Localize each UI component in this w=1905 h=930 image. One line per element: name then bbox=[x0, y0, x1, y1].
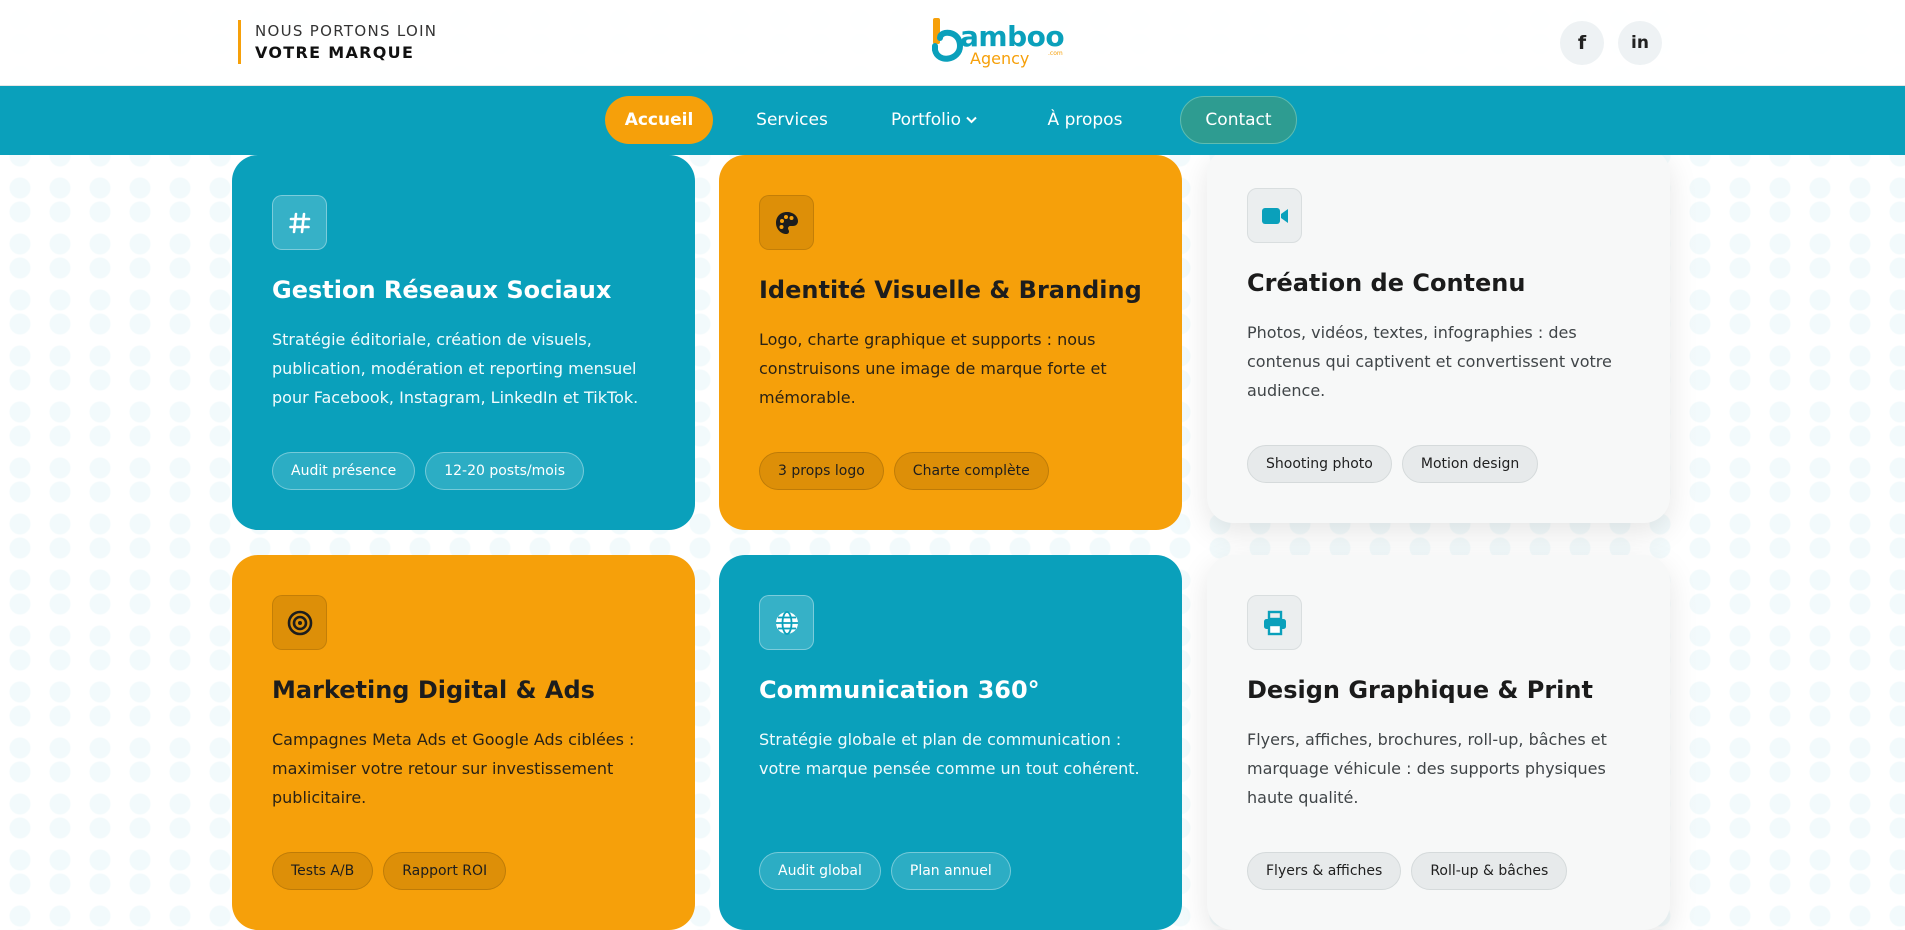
tag: Audit global bbox=[759, 852, 881, 890]
service-card-ads[interactable]: Marketing Digital & Ads Campagnes Meta A… bbox=[232, 555, 695, 930]
service-card-print[interactable]: Design Graphique & Print Flyers, affiche… bbox=[1207, 555, 1670, 930]
card-description: Stratégie éditoriale, création de visuel… bbox=[272, 329, 639, 407]
card-tags: Audit présence 12-20 posts/mois bbox=[272, 452, 584, 490]
video-camera-icon bbox=[1247, 188, 1302, 243]
card-tags: Tests A/B Rapport ROI bbox=[272, 852, 507, 890]
card-description: Photos, vidéos, textes, infographies : d… bbox=[1247, 322, 1612, 400]
tag: Plan annuel bbox=[890, 852, 1011, 890]
card-tags: 3 props logo Charte complète bbox=[759, 452, 1049, 490]
card-description: Flyers, affiches, brochures, roll-up, bâ… bbox=[1247, 729, 1607, 807]
linkedin-icon: in bbox=[1631, 33, 1649, 53]
card-title: Communication 360° bbox=[759, 676, 1040, 704]
card-tags: Audit global Plan annuel bbox=[759, 852, 1011, 890]
hashtag-icon bbox=[272, 195, 327, 250]
service-card-social[interactable]: Gestion Réseaux Sociaux Stratégie éditor… bbox=[232, 155, 695, 530]
top-header: NOUS PORTONS LOIN VOTRE MARQUE amboo Age… bbox=[0, 0, 1905, 86]
nav-label: À propos bbox=[1047, 110, 1123, 130]
brand-logo[interactable]: amboo Agency .com bbox=[930, 16, 1070, 68]
tag: Motion design bbox=[1401, 445, 1539, 483]
nav-item-accueil[interactable]: Accueil bbox=[605, 96, 713, 144]
tag: 3 props logo bbox=[759, 452, 884, 490]
card-title: Identité Visuelle & Branding bbox=[759, 276, 1142, 304]
printer-icon bbox=[1247, 595, 1302, 650]
nav-label: Portfolio bbox=[891, 110, 961, 130]
card-tags: Shooting photo Motion design bbox=[1247, 445, 1539, 483]
tag: Shooting photo bbox=[1247, 445, 1392, 483]
globe-icon bbox=[759, 595, 814, 650]
card-title: Design Graphique & Print bbox=[1247, 676, 1593, 704]
main-nav: Accueil Services Portfolio À propos Cont… bbox=[0, 86, 1905, 155]
chevron-down-icon bbox=[966, 113, 977, 127]
tagline: NOUS PORTONS LOIN VOTRE MARQUE bbox=[238, 20, 437, 64]
logo-b-mark-icon bbox=[932, 18, 964, 62]
nav-label: Services bbox=[756, 110, 828, 130]
nav-label: Accueil bbox=[624, 110, 694, 130]
linkedin-button[interactable]: in bbox=[1618, 21, 1662, 65]
nav-label: Contact bbox=[1205, 110, 1272, 130]
nav-item-services[interactable]: Services bbox=[748, 96, 836, 144]
nav-item-portfolio[interactable]: Portfolio bbox=[884, 96, 984, 144]
service-card-content[interactable]: Création de Contenu Photos, vidéos, text… bbox=[1207, 148, 1670, 523]
card-description: Campagnes Meta Ads et Google Ads ciblées… bbox=[272, 729, 635, 807]
tag: Rapport ROI bbox=[383, 852, 507, 890]
card-title: Création de Contenu bbox=[1247, 269, 1526, 297]
palette-icon bbox=[759, 195, 814, 250]
tagline-line2: VOTRE MARQUE bbox=[255, 43, 415, 62]
tag: 12-20 posts/mois bbox=[425, 452, 584, 490]
tag: Flyers & affiches bbox=[1247, 852, 1402, 890]
tag: Charte complète bbox=[893, 452, 1049, 490]
service-card-360[interactable]: Communication 360° Stratégie globale et … bbox=[719, 555, 1182, 930]
tagline-line1: NOUS PORTONS LOIN bbox=[255, 22, 438, 40]
nav-contact-button[interactable]: Contact bbox=[1180, 96, 1297, 144]
logo-domain: .com bbox=[1048, 50, 1063, 57]
tag: Tests A/B bbox=[272, 852, 374, 890]
target-icon bbox=[272, 595, 327, 650]
service-card-branding[interactable]: Identité Visuelle & Branding Logo, chart… bbox=[719, 155, 1182, 530]
card-title: Gestion Réseaux Sociaux bbox=[272, 276, 612, 304]
card-title: Marketing Digital & Ads bbox=[272, 676, 595, 704]
tag: Audit présence bbox=[272, 452, 416, 490]
facebook-icon: f bbox=[1577, 32, 1587, 54]
tag: Roll-up & bâches bbox=[1411, 852, 1568, 890]
facebook-button[interactable]: f bbox=[1560, 21, 1604, 65]
nav-item-a-propos[interactable]: À propos bbox=[1040, 96, 1130, 144]
logo-subtitle: Agency bbox=[970, 49, 1030, 68]
card-description: Logo, charte graphique et supports : nou… bbox=[759, 329, 1107, 407]
card-tags: Flyers & affiches Roll-up & bâches bbox=[1247, 852, 1568, 890]
card-description: Stratégie globale et plan de communicati… bbox=[759, 729, 1140, 778]
